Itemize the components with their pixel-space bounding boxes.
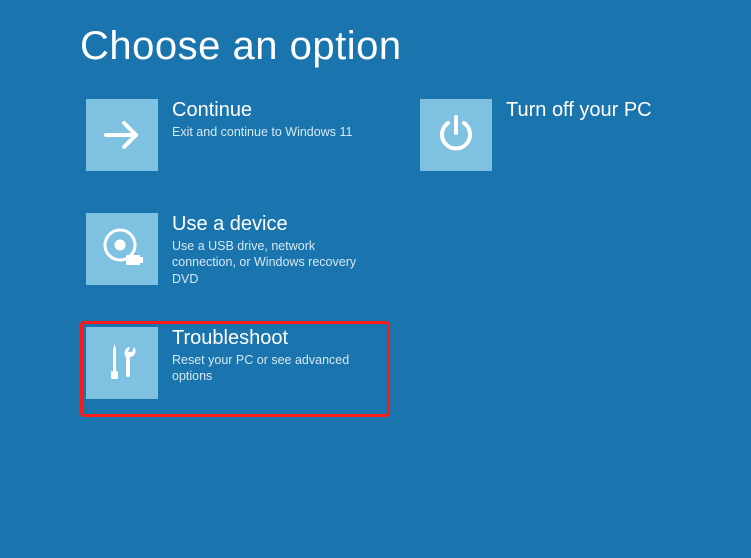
- use-device-text: Use a device Use a USB drive, network co…: [172, 213, 384, 287]
- continue-text: Continue Exit and continue to Windows 11: [172, 99, 384, 140]
- power-icon: [420, 99, 492, 171]
- turn-off-text: Turn off your PC: [506, 99, 718, 124]
- use-device-desc: Use a USB drive, network connection, or …: [172, 238, 382, 287]
- troubleshoot-title: Troubleshoot: [172, 327, 384, 350]
- continue-desc: Exit and continue to Windows 11: [172, 124, 382, 140]
- troubleshoot-text: Troubleshoot Reset your PC or see advanc…: [172, 327, 384, 385]
- turn-off-title: Turn off your PC: [506, 99, 718, 122]
- disc-usb-icon: [86, 213, 158, 285]
- troubleshoot-desc: Reset your PC or see advanced options: [172, 352, 382, 385]
- continue-tile[interactable]: Continue Exit and continue to Windows 11: [80, 93, 390, 189]
- page-title: Choose an option: [80, 24, 671, 69]
- empty-cell: [414, 207, 724, 303]
- options-grid: Continue Exit and continue to Windows 11…: [80, 93, 671, 417]
- arrow-right-icon: [86, 99, 158, 171]
- use-device-tile[interactable]: Use a device Use a USB drive, network co…: [80, 207, 390, 303]
- use-device-title: Use a device: [172, 213, 384, 236]
- tools-icon: [86, 327, 158, 399]
- turn-off-tile[interactable]: Turn off your PC: [414, 93, 724, 189]
- continue-title: Continue: [172, 99, 384, 122]
- troubleshoot-tile[interactable]: Troubleshoot Reset your PC or see advanc…: [80, 321, 390, 417]
